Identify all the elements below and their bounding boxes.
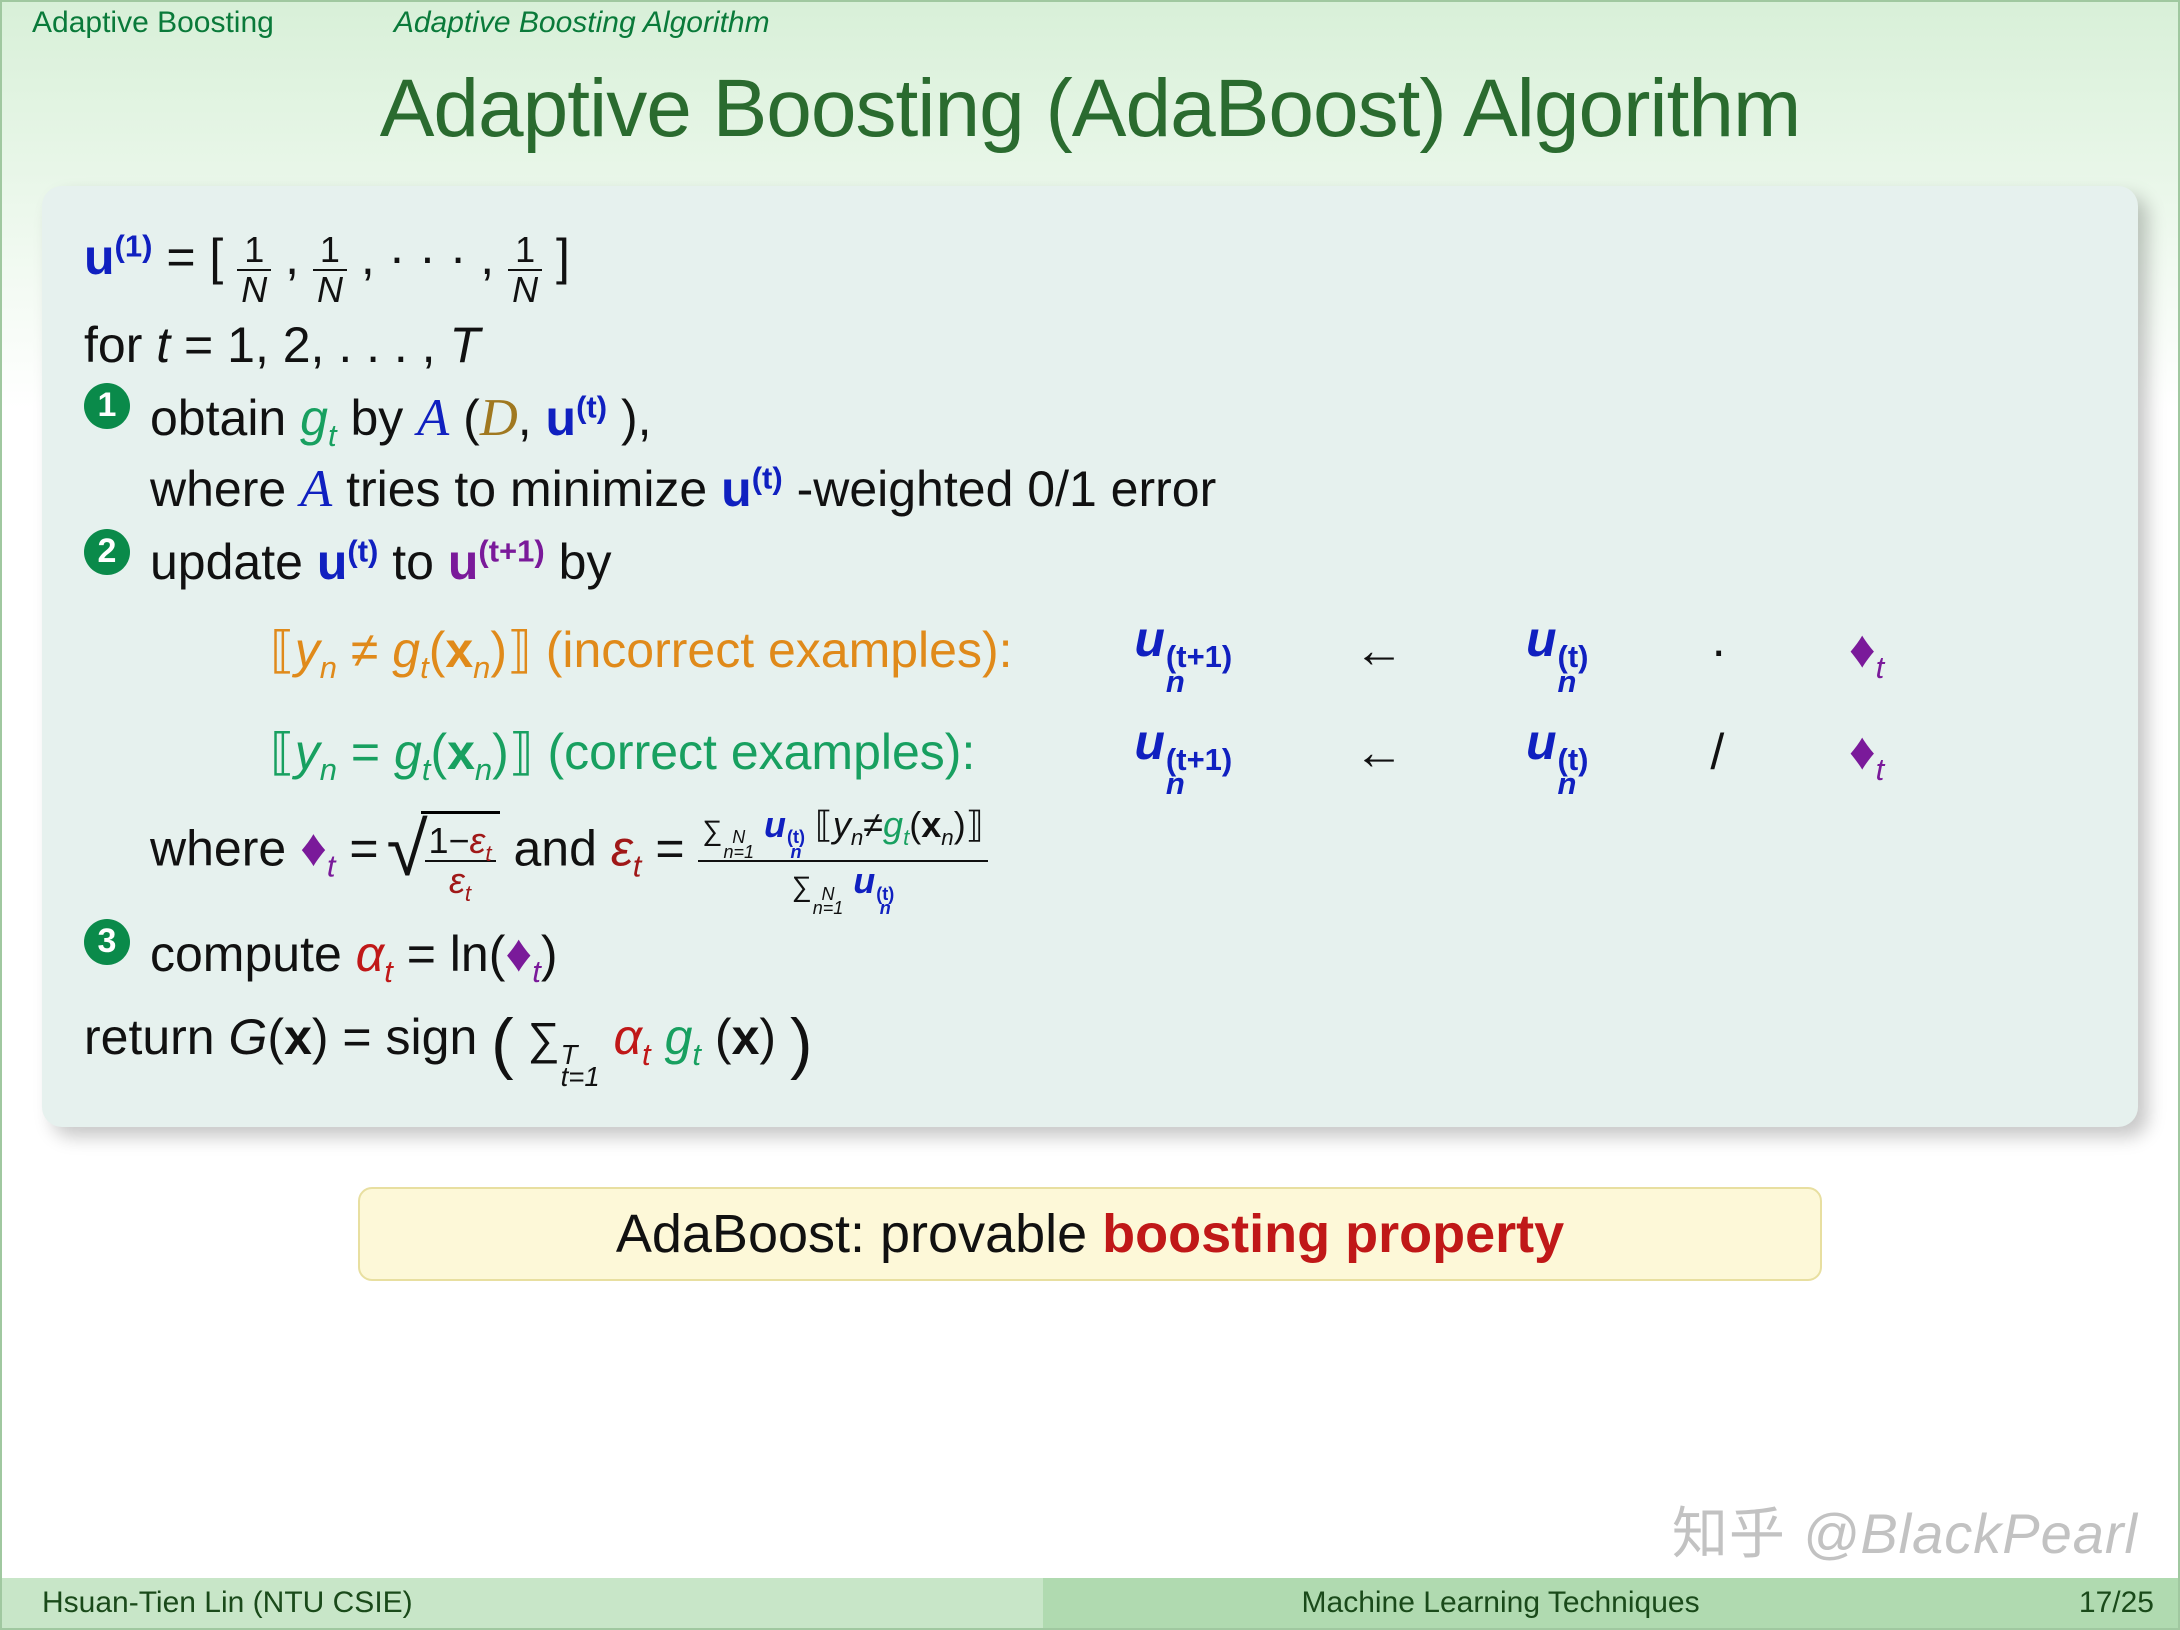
breadcrumb-subsection: Adaptive Boosting Algorithm <box>394 6 770 40</box>
return-line: return G(x) = sign ( ∑Tt=1 αt gt (x) ) <box>84 998 2096 1089</box>
sqrt-expression: 1−εt εt <box>393 811 500 900</box>
where-line: where ♦t = 1−εt εt and εt = <box>150 807 2096 915</box>
breadcrumb-section: Adaptive Boosting <box>32 6 274 40</box>
step-2-line-1: update u(t) to u(t+1) by <box>150 529 2096 597</box>
diamond-icon: ♦ <box>300 819 327 878</box>
for-line: for t = 1, 2, . . . , T <box>84 312 2096 380</box>
step-1-line-2: where A tries to minimize u(t) -weighted… <box>150 454 2096 525</box>
u-rhs: u(t)n <box>1526 606 1678 694</box>
step-3: 3 compute αt = ln(♦t) <box>84 919 2096 990</box>
slide: Adaptive Boosting Adaptive Boosting Algo… <box>0 0 2180 1630</box>
fraction: 1N <box>237 232 271 308</box>
correct-condition: ⟦yn = gt(xn)⟧ (correct examples): <box>270 719 1102 787</box>
diamond-icon: ♦t <box>1849 717 1974 788</box>
step-1-line-1: obtain gt by A (D, u(t) ), <box>150 383 2096 454</box>
step-number-icon: 2 <box>84 529 130 575</box>
u-symbol: u <box>84 229 115 285</box>
diamond-icon: ♦ <box>505 924 532 983</box>
page-title: Adaptive Boosting (AdaBoost) Algorithm <box>2 62 2178 156</box>
step-1: 1 obtain gt by A (D, u(t) ), where A tri… <box>84 383 2096 525</box>
footer-course: Machine Learning Techniques <box>1043 1578 1958 1628</box>
breadcrumb: Adaptive Boosting Adaptive Boosting Algo… <box>2 2 2178 42</box>
watermark: 知乎 @BlackPearl <box>1672 1489 2138 1570</box>
init-line: u(1) = [ 1N , 1N , · · · , 1N ] <box>84 224 2096 308</box>
step-number-icon: 3 <box>84 919 130 965</box>
epsilon-definition: ∑Nn=1 u(t)n ⟦yn≠gt(xn)⟧ ∑Nn=1 u(t)n <box>698 807 987 915</box>
u-lhs: u(t+1)n <box>1134 606 1322 694</box>
footer-author: Hsuan-Tien Lin (NTU CSIE) <box>2 1578 1043 1628</box>
footer: Hsuan-Tien Lin (NTU CSIE) Machine Learni… <box>2 1578 2178 1628</box>
step-number-icon: 1 <box>84 383 130 429</box>
highlight-box: AdaBoost: provable boosting property <box>358 1187 1822 1281</box>
algorithm-panel: u(1) = [ 1N , 1N , · · · , 1N ] for t = … <box>42 186 2138 1127</box>
diamond-icon: ♦t <box>1849 615 1974 686</box>
update-rules-table: ⟦yn ≠ gt(xn)⟧ (incorrect examples): u(t+… <box>270 606 2096 797</box>
footer-page: 17/25 <box>1958 1578 2178 1628</box>
step-2: 2 update u(t) to u(t+1) by ⟦yn ≠ gt(xn)⟧… <box>84 529 2096 916</box>
incorrect-condition: ⟦yn ≠ gt(xn)⟧ (incorrect examples): <box>270 617 1102 685</box>
